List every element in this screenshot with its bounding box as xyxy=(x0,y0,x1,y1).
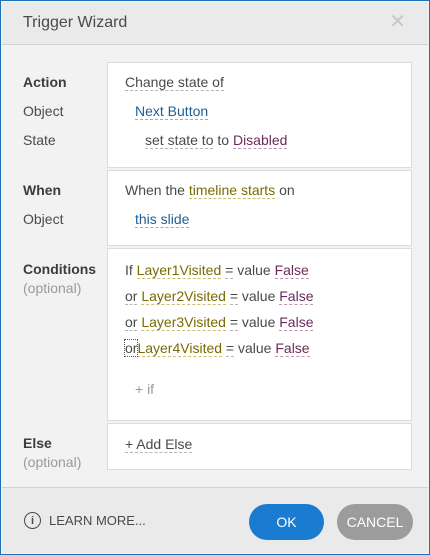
condition-type: value xyxy=(241,288,276,304)
add-else-button[interactable]: + Add Else xyxy=(125,436,193,453)
condition-operator[interactable]: = xyxy=(225,262,234,279)
when-label: When xyxy=(23,182,62,198)
condition-value[interactable]: False xyxy=(275,340,310,357)
info-icon: i xyxy=(24,512,41,529)
else-label: Else xyxy=(23,435,52,451)
condition-keyword[interactable]: or xyxy=(125,314,138,331)
title-bar: Trigger Wizard ✕ xyxy=(2,2,428,45)
condition-operator[interactable]: = xyxy=(229,288,238,305)
condition-row[interactable]: or Layer3Visited = value False xyxy=(125,314,314,331)
condition-row[interactable]: orLayer4Visited = value False xyxy=(123,339,310,357)
else-panel: + Add Else xyxy=(107,423,412,470)
condition-keyword[interactable]: or xyxy=(123,339,139,357)
conditions-label: Conditions xyxy=(23,261,97,277)
condition-type: value xyxy=(241,314,276,330)
trigger-wizard-dialog: Trigger Wizard ✕ Action Object State Cha… xyxy=(0,0,430,555)
condition-type: value xyxy=(238,340,272,356)
condition-keyword[interactable]: or xyxy=(125,288,138,305)
condition-keyword: If xyxy=(125,262,133,278)
state-label: State xyxy=(23,132,56,148)
action-dropdown[interactable]: Change state of xyxy=(125,74,224,91)
condition-variable[interactable]: Layer3Visited xyxy=(141,314,226,331)
event-dropdown[interactable]: timeline starts xyxy=(188,182,276,199)
when-panel: When the timeline starts on this slide xyxy=(107,170,412,246)
condition-variable[interactable]: Layer1Visited xyxy=(136,262,222,279)
cancel-button[interactable]: CANCEL xyxy=(337,504,413,540)
state-action-dropdown[interactable]: set state to xyxy=(145,132,214,149)
condition-value[interactable]: False xyxy=(274,262,309,279)
learn-more-link[interactable]: i LEARN MORE... xyxy=(24,512,146,529)
dialog-title: Trigger Wizard xyxy=(23,14,128,31)
state-to-text: to xyxy=(217,132,233,148)
dialog-footer: i LEARN MORE... OK CANCEL xyxy=(2,487,428,553)
else-optional-label: (optional) xyxy=(23,454,82,470)
conditions-panel: If Layer1Visited = value False or Layer2… xyxy=(107,248,412,421)
when-object-label: Object xyxy=(23,211,64,227)
condition-value[interactable]: False xyxy=(279,288,314,305)
condition-row[interactable]: or Layer2Visited = value False xyxy=(125,288,314,305)
action-panel: Change state of Next Button set state to… xyxy=(107,62,412,168)
state-value-dropdown[interactable]: Disabled xyxy=(232,132,288,149)
add-if-button[interactable]: + if xyxy=(135,381,154,397)
object-dropdown[interactable]: Next Button xyxy=(135,103,209,120)
when-object-dropdown[interactable]: this slide xyxy=(135,211,190,228)
condition-variable[interactable]: Layer2Visited xyxy=(141,288,226,305)
close-icon[interactable]: ✕ xyxy=(389,11,406,33)
condition-operator[interactable]: = xyxy=(229,314,238,331)
condition-variable[interactable]: Layer4Visited xyxy=(137,340,223,357)
when-suffix: on xyxy=(279,182,295,198)
condition-operator[interactable]: = xyxy=(225,340,235,357)
when-prefix: When the xyxy=(125,182,185,198)
condition-row[interactable]: If Layer1Visited = value False xyxy=(125,262,309,279)
condition-type: value xyxy=(237,262,271,278)
conditions-optional-label: (optional) xyxy=(23,280,82,296)
action-label: Action xyxy=(23,74,67,90)
object-label: Object xyxy=(23,103,64,119)
learn-more-label: LEARN MORE... xyxy=(49,513,146,528)
ok-button[interactable]: OK xyxy=(249,504,324,540)
condition-value[interactable]: False xyxy=(279,314,314,331)
